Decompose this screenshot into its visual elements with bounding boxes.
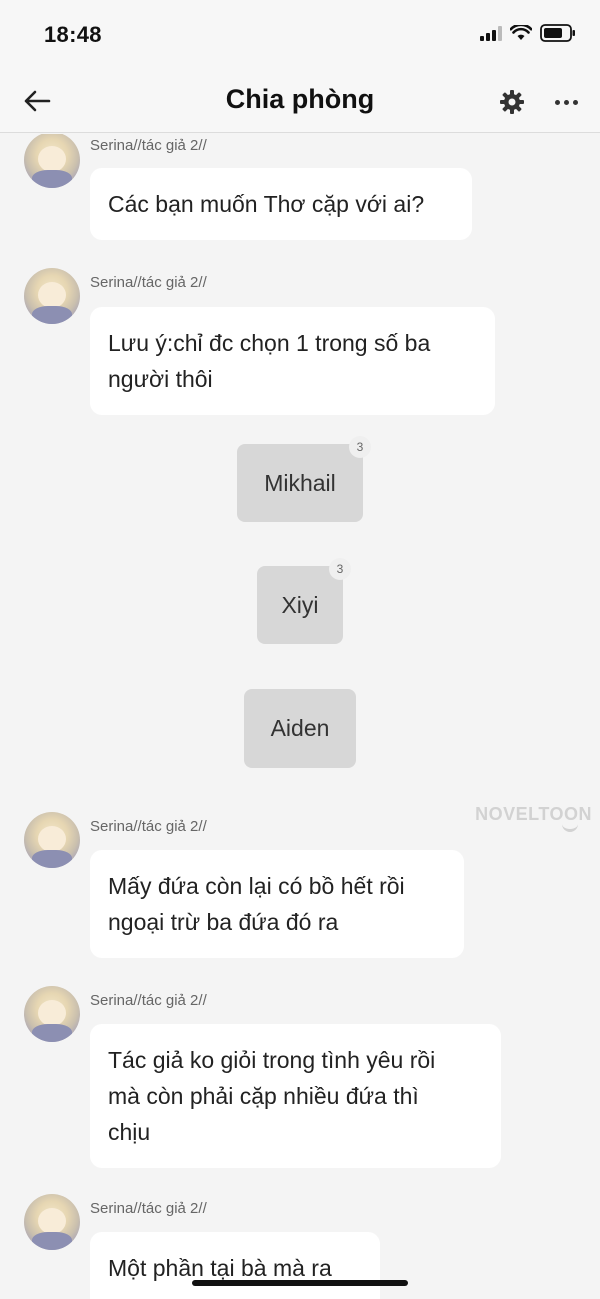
sender-name: Serina//tác giả 2// <box>90 274 207 291</box>
settings-button[interactable] <box>498 88 526 116</box>
message-bubble[interactable]: Một phần tại bà mà ra <box>90 1232 380 1299</box>
choice-button-aiden[interactable]: Aiden <box>244 689 356 768</box>
message-text-line: Tác giả ko giỏi trong tình yêu rồi <box>108 1047 436 1073</box>
nav-bar: Chia phòng <box>0 70 600 133</box>
wifi-icon <box>510 25 532 40</box>
chat-area[interactable]: Serina//tác giả 2// Các bạn muốn Thơ cặp… <box>0 134 600 1299</box>
choice-label: Aiden <box>270 715 330 741</box>
avatar[interactable] <box>24 134 80 188</box>
sender-name: Serina//tác giả 2// <box>90 1200 207 1217</box>
more-button[interactable] <box>550 88 582 116</box>
message-bubble[interactable]: Các bạn muốn Thơ cặp với ai? <box>90 168 472 240</box>
choice-count-badge: 3 <box>329 558 351 580</box>
sender-name: Serina//tác giả 2// <box>90 818 207 835</box>
avatar[interactable] <box>24 812 80 868</box>
battery-icon <box>540 24 575 42</box>
message-text-line: người thôi <box>108 366 213 392</box>
message-bubble[interactable]: Lưu ý:chỉ đc chọn 1 trong số ba người th… <box>90 307 495 415</box>
gear-icon <box>500 90 524 114</box>
avatar[interactable] <box>24 1194 80 1250</box>
choice-button-mikhail[interactable]: Mikhail 3 <box>237 436 371 522</box>
message-bubble[interactable]: Tác giả ko giỏi trong tình yêu rồi mà cò… <box>90 1024 501 1168</box>
signal-icon <box>480 25 502 41</box>
sender-name: Serina//tác giả 2// <box>90 137 207 154</box>
avatar[interactable] <box>24 986 80 1042</box>
message-text-line: chịu <box>108 1119 151 1145</box>
message-text: Một phần tại bà mà ra <box>108 1255 332 1281</box>
avatar[interactable] <box>24 268 80 324</box>
choice-button-xiyi[interactable]: Xiyi 3 <box>257 558 351 644</box>
status-bar: 18:48 <box>0 0 600 70</box>
message-text-line: Lưu ý:chỉ đc chọn 1 trong số ba <box>108 330 431 356</box>
watermark-logo: NOVELTOON <box>475 804 592 824</box>
more-horizontal-icon <box>554 99 560 105</box>
message-text-line: Mấy đứa còn lại có bồ hết rồi <box>108 873 405 899</box>
choice-label: Mikhail <box>264 469 336 496</box>
message-text-line: ngoại trừ ba đứa đó ra <box>108 909 339 935</box>
choice-count-badge: 3 <box>349 436 371 458</box>
message-text: Các bạn muốn Thơ cặp với ai? <box>108 191 425 217</box>
choice-label: Xiyi <box>281 591 319 618</box>
home-indicator[interactable] <box>192 1280 408 1286</box>
status-time: 18:48 <box>44 22 102 47</box>
sender-name: Serina//tác giả 2// <box>90 992 207 1009</box>
watermark-smile-icon <box>562 824 578 832</box>
status-icons <box>480 24 576 42</box>
message-bubble[interactable]: Mấy đứa còn lại có bồ hết rồi ngoại trừ … <box>90 850 464 958</box>
message-text-line: mà còn phải cặp nhiều đứa thì <box>108 1083 419 1109</box>
